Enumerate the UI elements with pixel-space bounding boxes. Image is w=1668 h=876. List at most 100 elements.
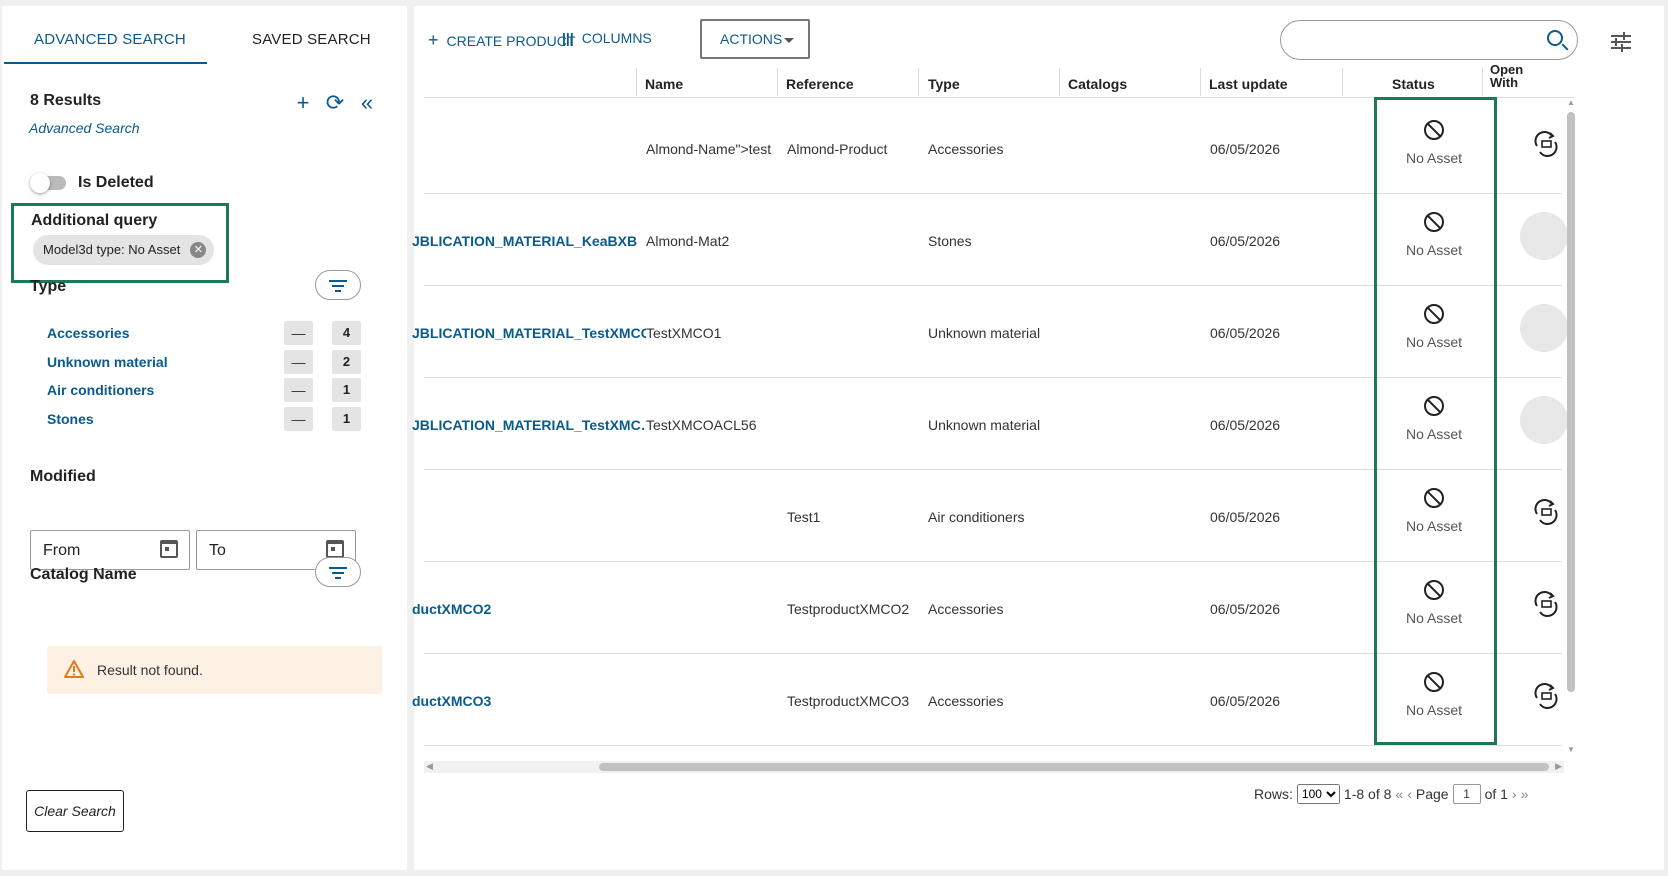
- row-id[interactable]: ductXMCO2: [412, 601, 642, 617]
- type-facet-label[interactable]: Unknown material: [47, 354, 168, 370]
- column-divider[interactable]: [777, 68, 778, 96]
- create-product-button[interactable]: + CREATE PRODUCT: [428, 30, 575, 51]
- tab-advanced-search[interactable]: ADVANCED SEARCH: [34, 31, 186, 48]
- row-name: Almond-Name">test: [646, 141, 772, 157]
- table-settings-icon[interactable]: [1610, 32, 1632, 52]
- type-facet-item[interactable]: Unknown material — 2: [47, 350, 367, 374]
- type-facet-label[interactable]: Stones: [47, 411, 94, 427]
- row-last-update: 06/05/2026: [1210, 141, 1281, 157]
- catalog-section-title: Catalog Name: [30, 566, 137, 583]
- search-panel: ADVANCED SEARCH SAVED SEARCH 8 Results A…: [2, 6, 407, 870]
- exclude-button[interactable]: —: [284, 321, 313, 345]
- next-page-icon[interactable]: ›: [1512, 786, 1517, 802]
- column-header-name[interactable]: Name: [645, 76, 683, 92]
- from-date-field[interactable]: From: [30, 530, 190, 570]
- scroll-down-icon[interactable]: ▼: [1567, 745, 1575, 754]
- column-divider[interactable]: [636, 68, 637, 96]
- column-divider[interactable]: [1200, 68, 1201, 96]
- add-icon[interactable]: +: [292, 92, 314, 114]
- column-divider[interactable]: [1059, 68, 1060, 96]
- scroll-left-icon[interactable]: ◀: [426, 761, 433, 772]
- open-3d-viewer-icon[interactable]: [1532, 590, 1560, 618]
- row-id[interactable]: JBLICATION_MATERIAL_TestXMCO1: [412, 325, 646, 341]
- rows-label: Rows:: [1254, 786, 1293, 802]
- filter-icon-line: [332, 285, 344, 287]
- filter-icon: [329, 280, 347, 282]
- vertical-scroll-thumb[interactable]: [1567, 112, 1575, 692]
- page-number-input[interactable]: 1: [1452, 784, 1481, 804]
- row-name: TestXMCO1: [646, 325, 722, 341]
- scroll-up-icon[interactable]: ▲: [1567, 98, 1575, 107]
- column-header-open-with[interactable]: Open With: [1490, 63, 1530, 89]
- row-id[interactable]: ductXMCO3: [412, 693, 642, 709]
- open-3d-viewer-icon[interactable]: [1532, 130, 1560, 158]
- type-facet-count: 4: [332, 321, 361, 345]
- row-type: Air conditioners: [928, 509, 1025, 525]
- column-header-catalogs[interactable]: Catalogs: [1068, 76, 1127, 92]
- columns-button[interactable]: ||| COLUMNS: [562, 30, 652, 46]
- tab-saved-search[interactable]: SAVED SEARCH: [252, 31, 371, 48]
- exclude-button[interactable]: —: [284, 407, 313, 431]
- actions-dropdown[interactable]: ACTIONS: [700, 19, 810, 59]
- type-facet-item[interactable]: Accessories — 4: [47, 321, 367, 345]
- column-header-type[interactable]: Type: [928, 76, 960, 92]
- row-type: Unknown material: [928, 325, 1041, 341]
- row-id[interactable]: JBLICATION_MATERIAL_TestXMC…: [412, 417, 644, 433]
- row-reference: Almond-Product: [787, 141, 888, 157]
- status-column-highlight: [1374, 97, 1497, 745]
- clear-search-button[interactable]: Clear Search: [26, 790, 124, 832]
- chevron-down-icon: [784, 38, 794, 43]
- column-divider[interactable]: [918, 68, 919, 96]
- type-facet-count: 1: [332, 378, 361, 402]
- search-icon[interactable]: [1547, 30, 1563, 46]
- additional-query-title: Additional query: [31, 212, 158, 229]
- exclude-button[interactable]: —: [284, 350, 313, 374]
- open-3d-viewer-icon[interactable]: [1532, 498, 1560, 526]
- row-reference: TestproductXMCO2: [787, 601, 910, 617]
- type-facet-item[interactable]: Stones — 1: [47, 407, 367, 431]
- results-count: 8 Results: [30, 92, 102, 109]
- scroll-right-icon[interactable]: ▶: [1555, 761, 1562, 772]
- open-3d-viewer-icon[interactable]: [1532, 682, 1560, 710]
- vertical-scrollbar[interactable]: ▲ ▼: [1566, 98, 1576, 754]
- advanced-search-link[interactable]: Advanced Search: [29, 120, 140, 136]
- horizontal-scrollbar[interactable]: ◀ ▶: [424, 761, 1564, 773]
- type-facet-item[interactable]: Air conditioners — 1: [47, 378, 367, 402]
- column-header-reference[interactable]: Reference: [786, 76, 854, 92]
- search-input[interactable]: [1280, 20, 1578, 60]
- last-page-icon[interactable]: »: [1521, 786, 1529, 802]
- type-facet-count: 1: [332, 407, 361, 431]
- pagination: Rows: 100 1-8 of 8 « ‹ Page 1 of 1 › »: [1254, 784, 1528, 804]
- type-facet-label[interactable]: Air conditioners: [47, 382, 154, 398]
- calendar-icon[interactable]: [160, 540, 178, 558]
- prev-page-icon[interactable]: ‹: [1407, 786, 1412, 802]
- column-divider[interactable]: [1482, 68, 1483, 96]
- exclude-button[interactable]: —: [284, 378, 313, 402]
- filter-icon-line: [332, 572, 344, 574]
- row-id[interactable]: JBLICATION_MATERIAL_KeaBXB: [412, 233, 642, 249]
- refresh-icon[interactable]: ⟳: [324, 92, 346, 114]
- catalog-filter-button[interactable]: [315, 557, 361, 587]
- column-header-last-update[interactable]: Last update: [1209, 76, 1288, 92]
- page-label: Page: [1415, 786, 1449, 802]
- filter-icon-line: [335, 290, 341, 292]
- type-facet-count: 2: [332, 350, 361, 374]
- collapse-icon[interactable]: «: [356, 92, 378, 114]
- is-deleted-toggle[interactable]: [30, 173, 66, 193]
- from-date-label: From: [43, 542, 81, 559]
- rows-per-page-select[interactable]: 100: [1296, 784, 1340, 804]
- search-tabs: ADVANCED SEARCH SAVED SEARCH: [2, 6, 407, 64]
- column-divider[interactable]: [1342, 68, 1343, 96]
- columns-label: COLUMNS: [581, 30, 652, 46]
- row-reference: TestproductXMCO3: [787, 693, 910, 709]
- open-with-disabled-icon: [1520, 212, 1568, 260]
- calendar-icon[interactable]: [326, 540, 344, 558]
- column-header-status[interactable]: Status: [1392, 76, 1435, 92]
- horizontal-scroll-thumb[interactable]: [599, 763, 1549, 771]
- type-facet-label[interactable]: Accessories: [47, 325, 130, 341]
- row-name: Almond-Mat2: [646, 233, 730, 249]
- first-page-icon[interactable]: «: [1395, 786, 1403, 802]
- chip-remove-icon[interactable]: ✕: [190, 242, 207, 258]
- type-filter-button[interactable]: [315, 270, 361, 300]
- products-panel: + CREATE PRODUCT ||| COLUMNS ACTIONS Nam…: [412, 6, 1664, 870]
